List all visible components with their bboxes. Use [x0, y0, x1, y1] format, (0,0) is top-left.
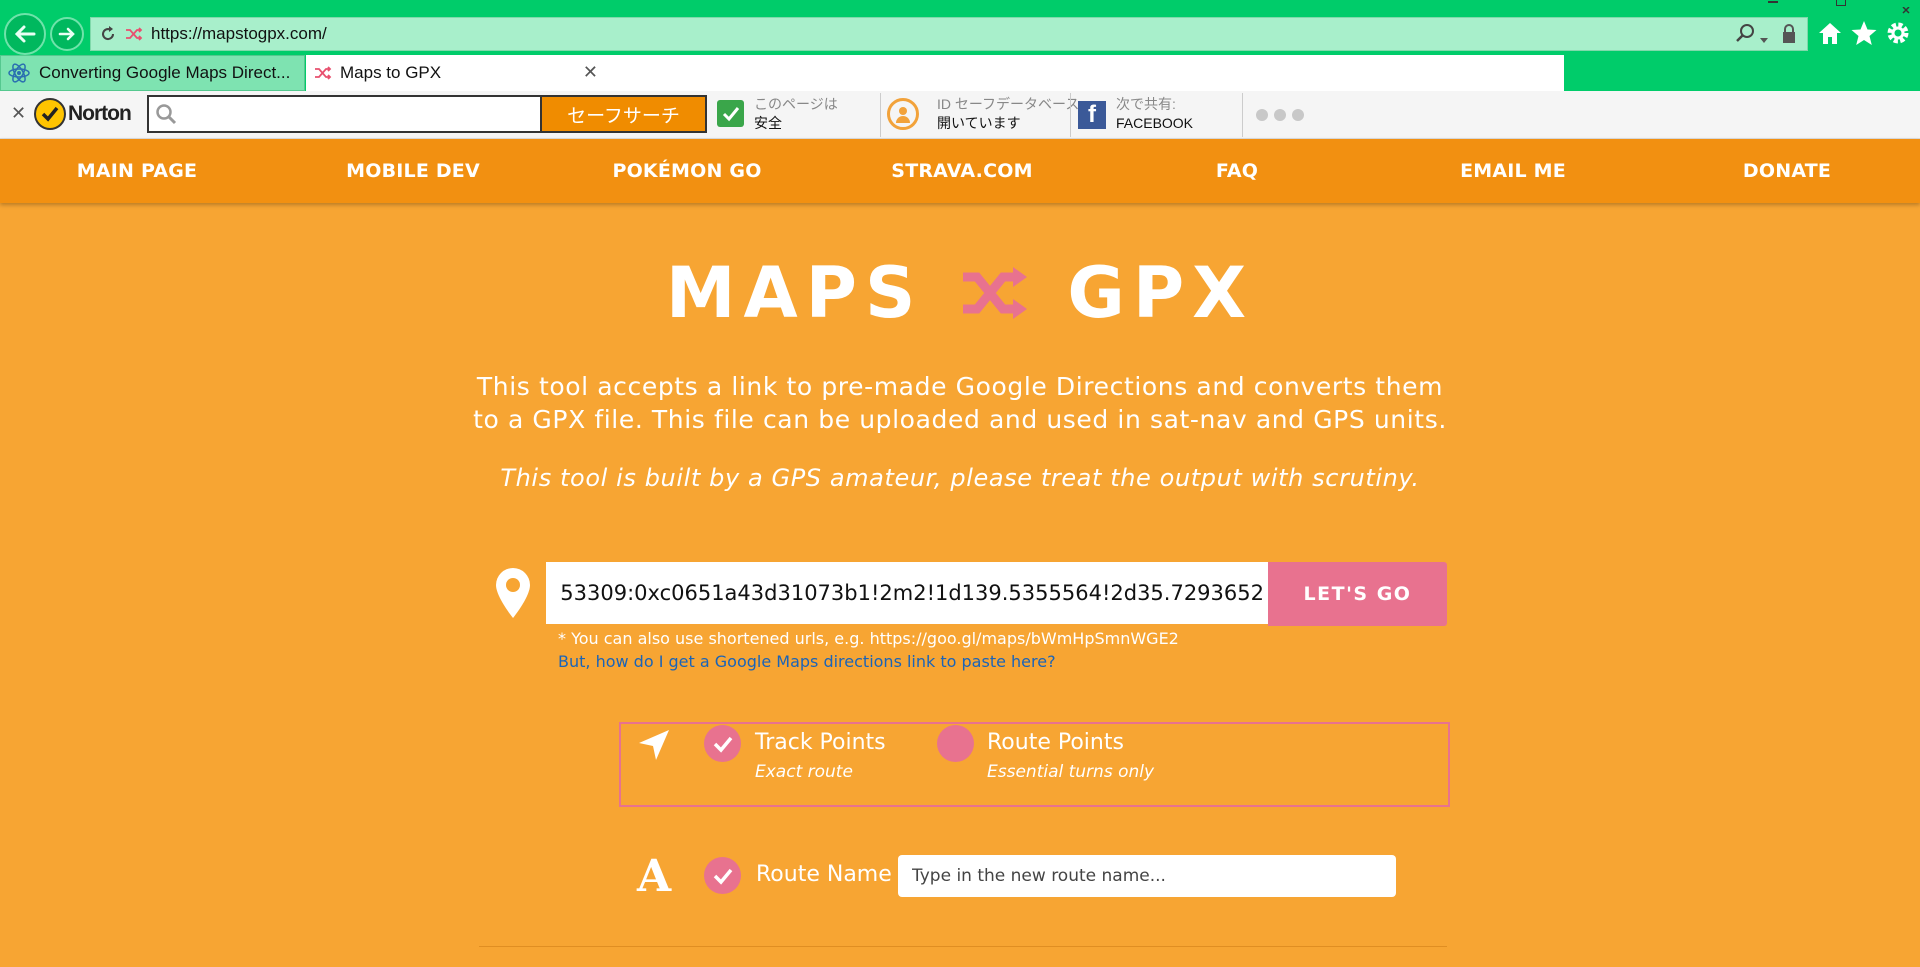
chevron-down-icon[interactable] — [1759, 30, 1769, 49]
restore-icon[interactable] — [1836, 0, 1856, 6]
lock-icon[interactable] — [1781, 24, 1797, 48]
nav-email-me[interactable]: EMAIL ME — [1460, 160, 1566, 182]
facebook-icon: f — [1078, 101, 1106, 129]
directions-url-input[interactable]: 53309:0xc0651a43d31073b1!2m2!1d139.53555… — [546, 562, 1268, 624]
tab-bar-empty — [606, 55, 1564, 91]
identity-safe[interactable]: ID セーフデータベース 開いています — [937, 95, 1079, 133]
toolbar-divider — [880, 93, 881, 137]
toolbar-divider — [1070, 93, 1071, 137]
minimize-icon[interactable] — [1768, 0, 1788, 6]
track-points-checkbox[interactable] — [704, 725, 741, 762]
site-shuffle-icon — [125, 25, 143, 47]
back-button[interactable] — [4, 13, 46, 55]
checkmark-icon — [34, 98, 66, 130]
search-icon — [156, 104, 177, 125]
site-nav: MAIN PAGE MOBILE DEV POKÉMON GO STRAVA.C… — [0, 139, 1920, 203]
safe-search-button[interactable]: セーフサーチ — [540, 95, 707, 133]
close-tab-icon[interactable]: ✕ — [583, 62, 598, 83]
map-pin-icon — [494, 566, 532, 624]
tab-label: Converting Google Maps Direct... — [39, 63, 291, 82]
nav-mobile-dev[interactable]: MOBILE DEV — [346, 160, 480, 182]
lets-go-button[interactable]: LET'S GO — [1268, 562, 1447, 626]
norton-toolbar: ✕ Norton セーフサーチ このページは 安全 ID セーフデータベース 開… — [0, 91, 1920, 139]
norton-logo: Norton — [34, 98, 132, 130]
nav-strava[interactable]: STRAVA.COM — [891, 160, 1032, 182]
route-points-title[interactable]: Route Points — [987, 730, 1124, 755]
route-name-label: Route Name — [756, 862, 892, 887]
address-url[interactable]: https://mapstogpx.com/ — [151, 24, 327, 44]
home-icon[interactable] — [1816, 19, 1846, 49]
shortened-url-hint: * You can also use shortened urls, e.g. … — [558, 629, 1179, 648]
refresh-icon[interactable] — [99, 25, 117, 47]
route-points-subtitle: Essential turns only — [987, 762, 1155, 782]
tool-description: This tool accepts a link to pre-made Goo… — [473, 372, 1447, 434]
tab-maps-to-gpx[interactable]: Maps to GPX ✕ — [306, 55, 606, 91]
disclaimer: This tool is built by a GPS amateur, ple… — [500, 464, 1420, 492]
route-points-checkbox[interactable] — [937, 725, 974, 762]
directions-url-value: 53309:0xc0651a43d31073b1!2m2!1d139.53555… — [560, 581, 1264, 605]
tab-bar: Converting Google Maps Direct... Maps to… — [0, 51, 1920, 91]
nav-pokemon-go[interactable]: POKÉMON GO — [612, 160, 761, 182]
track-points-title[interactable]: Track Points — [755, 730, 886, 755]
route-name-input[interactable] — [898, 855, 1396, 897]
logo-gpx: GPX — [1067, 252, 1255, 334]
address-bar[interactable]: https://mapstogpx.com/ — [90, 17, 1808, 51]
favorites-star-icon[interactable] — [1850, 19, 1880, 49]
navigation-arrow-icon — [636, 727, 672, 767]
norton-brand: Norton — [68, 102, 132, 125]
nav-main-page[interactable]: MAIN PAGE — [77, 160, 197, 182]
nav-faq[interactable]: FAQ — [1216, 160, 1258, 182]
settings-gear-icon[interactable] — [1884, 19, 1914, 49]
norton-search-input[interactable] — [147, 95, 542, 133]
help-link[interactable]: But, how do I get a Google Maps directio… — [558, 652, 1056, 671]
close-window-icon[interactable] — [1902, 0, 1920, 14]
search-icon[interactable] — [1735, 23, 1755, 47]
browser-chrome: https://mapstogpx.com/ Converting Google… — [0, 0, 1920, 139]
logo-maps: MAPS — [665, 252, 924, 334]
font-a-icon: A — [637, 851, 672, 902]
route-name-checkbox[interactable] — [704, 857, 741, 894]
share-facebook[interactable]: 次で共有: FACEBOOK — [1116, 95, 1193, 133]
tab-converting-google-maps[interactable]: Converting Google Maps Direct... — [0, 55, 305, 91]
arrow-left-icon — [14, 25, 36, 43]
arrow-right-icon — [58, 27, 75, 41]
checkmark-icon — [713, 868, 732, 885]
react-atom-icon — [8, 63, 30, 83]
track-points-subtitle: Exact route — [755, 762, 853, 782]
nav-donate[interactable]: DONATE — [1743, 160, 1831, 182]
more-options-icon[interactable] — [1256, 109, 1304, 121]
divider — [479, 946, 1447, 947]
checkmark-icon — [713, 736, 732, 753]
tab-label: Maps to GPX — [340, 63, 442, 82]
shuffle-icon — [959, 265, 1031, 321]
shuffle-icon — [315, 66, 332, 80]
safe-check-icon — [717, 100, 744, 127]
identity-safe-icon — [887, 98, 919, 130]
forward-button[interactable] — [50, 17, 84, 51]
page-status[interactable]: このページは 安全 — [754, 95, 838, 133]
site-logo: MAPS GPX — [0, 252, 1920, 334]
toolbar-divider — [1242, 93, 1243, 137]
close-toolbar-icon[interactable]: ✕ — [11, 103, 26, 124]
